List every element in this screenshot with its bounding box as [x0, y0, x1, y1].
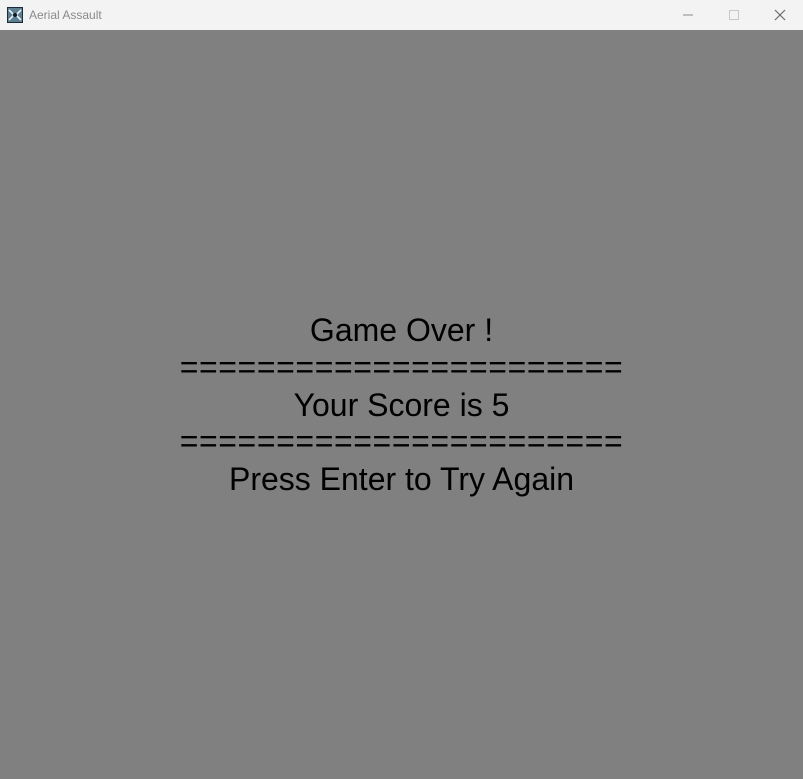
minimize-icon [683, 14, 693, 16]
divider-top: ======================= [179, 349, 624, 385]
minimize-button[interactable] [665, 0, 711, 30]
game-window: Aerial Assault Game Over ! =============… [0, 0, 803, 779]
window-title: Aerial Assault [29, 8, 102, 22]
game-canvas[interactable]: Game Over ! ======================= Your… [0, 30, 803, 779]
retry-prompt: Press Enter to Try Again [228, 461, 575, 497]
title-bar[interactable]: Aerial Assault [0, 0, 803, 30]
maximize-button[interactable] [711, 0, 757, 30]
game-app-icon [7, 7, 23, 23]
close-icon [774, 9, 786, 21]
close-button[interactable] [757, 0, 803, 30]
divider-bottom: ======================= [179, 423, 624, 459]
maximize-icon [729, 10, 739, 20]
game-over-heading: Game Over ! [309, 312, 494, 348]
score-text: Your Score is 5 [293, 387, 510, 423]
